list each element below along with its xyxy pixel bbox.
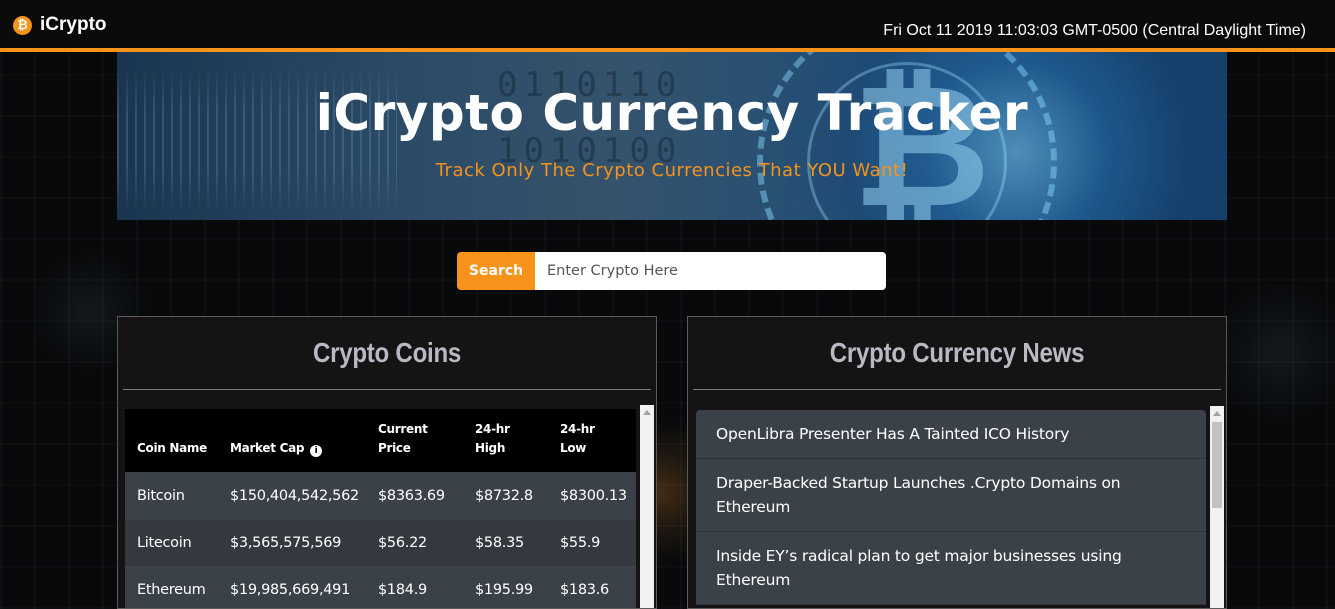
column-header-24hr-high: 24-hr High <box>463 409 548 472</box>
coin-name-cell: Bitcoin <box>125 471 218 519</box>
divider <box>693 389 1221 390</box>
high-24hr-cell: $58.35 <box>463 518 548 566</box>
search-input[interactable] <box>535 252 886 290</box>
brand-link[interactable]: ₿ iCrypto <box>13 13 107 37</box>
column-header-market-cap: Market Cap i <box>218 409 366 472</box>
market-cap-cell: $150,404,542,562 <box>218 471 366 519</box>
table-row[interactable]: Bitcoin $150,404,542,562 $8363.69 $8732.… <box>125 471 636 519</box>
scroll-thumb[interactable] <box>1212 422 1222 508</box>
hero-banner: 0110110 1010100 ₿ iCrypto Currency Tracke… <box>117 52 1227 220</box>
market-cap-cell: $3,565,575,569 <box>218 518 366 566</box>
low-24hr-cell: $55.9 <box>548 518 636 566</box>
brand-name: iCrypto <box>40 14 107 35</box>
hero-title: iCrypto Currency Tracker <box>315 84 1029 142</box>
news-item[interactable]: Inside EY’s radical plan to get major bu… <box>696 532 1206 605</box>
coins-table-container[interactable]: Coin Name Market Cap i Current Price 24-… <box>125 409 655 608</box>
table-row[interactable]: Litecoin $3,565,575,569 $56.22 $58.35 $5… <box>125 518 636 566</box>
current-price-cell: $56.22 <box>366 518 463 566</box>
market-cap-cell: $19,985,669,491 <box>218 565 366 608</box>
current-price-cell: $8363.69 <box>366 471 463 519</box>
low-24hr-cell: $183.6 <box>548 565 636 608</box>
news-list[interactable]: OpenLibra Presenter Has A Tainted ICO Hi… <box>696 410 1206 608</box>
search-button[interactable]: Search <box>457 252 535 290</box>
news-panel-title: Crypto Currency News <box>829 337 1085 368</box>
current-datetime: Fri Oct 11 2019 11:03:03 GMT-0500 (Centr… <box>883 22 1306 39</box>
column-header-24hr-low: 24-hr Low <box>548 409 636 472</box>
scroll-up-arrow-icon[interactable] <box>640 405 654 419</box>
news-item[interactable]: OpenLibra Presenter Has A Tainted ICO Hi… <box>696 410 1206 459</box>
low-24hr-cell: $8300.13 <box>548 471 636 519</box>
news-item[interactable]: Draper-Backed Startup Launches .Crypto D… <box>696 459 1206 532</box>
scroll-up-arrow-icon[interactable] <box>1210 406 1224 420</box>
high-24hr-cell: $8732.8 <box>463 471 548 519</box>
table-header-row: Coin Name Market Cap i Current Price 24-… <box>125 409 636 472</box>
column-header-coin-name: Coin Name <box>125 409 218 472</box>
high-24hr-cell: $195.99 <box>463 565 548 608</box>
news-scrollbar[interactable] <box>1210 406 1224 608</box>
divider <box>123 389 651 390</box>
coin-name-cell: Ethereum <box>125 565 218 608</box>
coins-table: Coin Name Market Cap i Current Price 24-… <box>125 409 636 608</box>
hero-subtitle: Track Only The Crypto Currencies That YO… <box>435 160 909 181</box>
coins-scrollbar[interactable] <box>640 405 654 608</box>
column-header-current-price: Current Price <box>366 409 463 472</box>
crypto-coins-panel: Crypto Coins Coin Name Market Cap i Curr… <box>117 316 657 609</box>
coin-name-cell: Litecoin <box>125 518 218 566</box>
top-navbar: ₿ iCrypto Fri Oct 11 2019 11:03:03 GMT-0… <box>0 0 1335 52</box>
crypto-news-panel: Crypto Currency News OpenLibra Presenter… <box>687 316 1227 609</box>
search-bar: Search <box>457 252 886 290</box>
info-icon[interactable]: i <box>310 444 323 457</box>
bitcoin-icon: ₿ <box>13 15 32 35</box>
table-row[interactable]: Ethereum $19,985,669,491 $184.9 $195.99 … <box>125 565 636 608</box>
coins-panel-title: Crypto Coins <box>312 337 462 368</box>
current-price-cell: $184.9 <box>366 565 463 608</box>
